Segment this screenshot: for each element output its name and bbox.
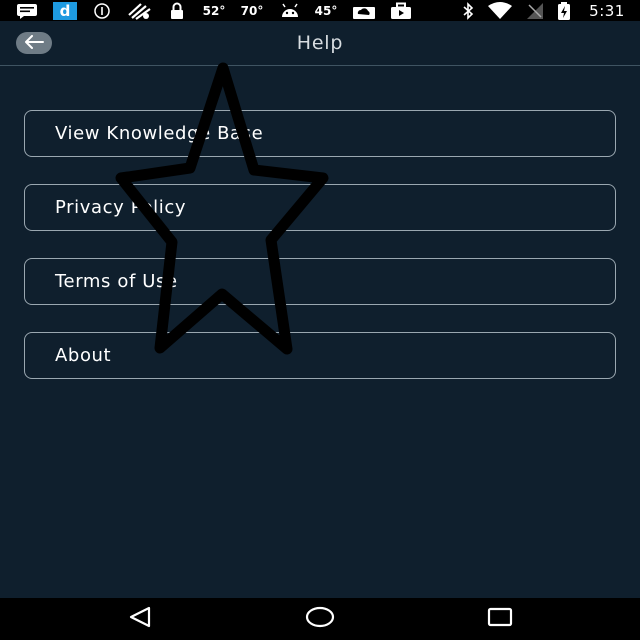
arrow-left-icon <box>23 34 45 53</box>
recents-square-icon <box>487 607 513 631</box>
about-button[interactable]: About <box>24 332 616 379</box>
wind-icon <box>124 0 156 21</box>
navigation-bar <box>0 598 640 640</box>
message-icon <box>14 0 40 21</box>
view-knowledge-base-button[interactable]: View Knowledge Base <box>24 110 616 157</box>
menu-item-label: Terms of Use <box>55 271 178 292</box>
app-header: Help <box>0 21 640 66</box>
temperature-1: 52° <box>202 3 226 18</box>
back-button[interactable] <box>16 32 52 54</box>
menu-item-label: Privacy Policy <box>55 197 187 218</box>
lock-icon <box>166 0 188 21</box>
nav-home-button[interactable] <box>290 598 350 640</box>
temperature-3: 45° <box>314 3 338 18</box>
app-d-icon: d <box>52 0 78 21</box>
terms-of-use-button[interactable]: Terms of Use <box>24 258 616 305</box>
svg-text:d: d <box>60 2 71 20</box>
page-title: Help <box>296 32 344 54</box>
help-menu-list: View Knowledge Base Privacy Policy Terms… <box>24 110 616 406</box>
android-icon <box>278 0 302 21</box>
privacy-policy-button[interactable]: Privacy Policy <box>24 184 616 231</box>
wifi-icon <box>486 0 514 21</box>
cloud-icon <box>350 0 378 21</box>
nav-recents-button[interactable] <box>470 598 530 640</box>
home-circle-icon <box>305 606 335 632</box>
menu-item-label: View Knowledge Base <box>55 123 264 144</box>
info-circle-icon <box>90 0 114 21</box>
battery-charging-icon <box>554 0 574 21</box>
bluetooth-icon <box>458 0 478 21</box>
back-triangle-icon <box>127 606 153 632</box>
nav-back-button[interactable] <box>110 598 170 640</box>
status-bar: d 52° 70° 45° 5:31 <box>0 0 640 21</box>
temperature-2: 70° <box>240 3 264 18</box>
briefcase-icon <box>388 0 414 21</box>
clock: 5:31 <box>589 1 625 20</box>
menu-item-label: About <box>55 345 112 366</box>
signal-icon <box>524 0 546 21</box>
